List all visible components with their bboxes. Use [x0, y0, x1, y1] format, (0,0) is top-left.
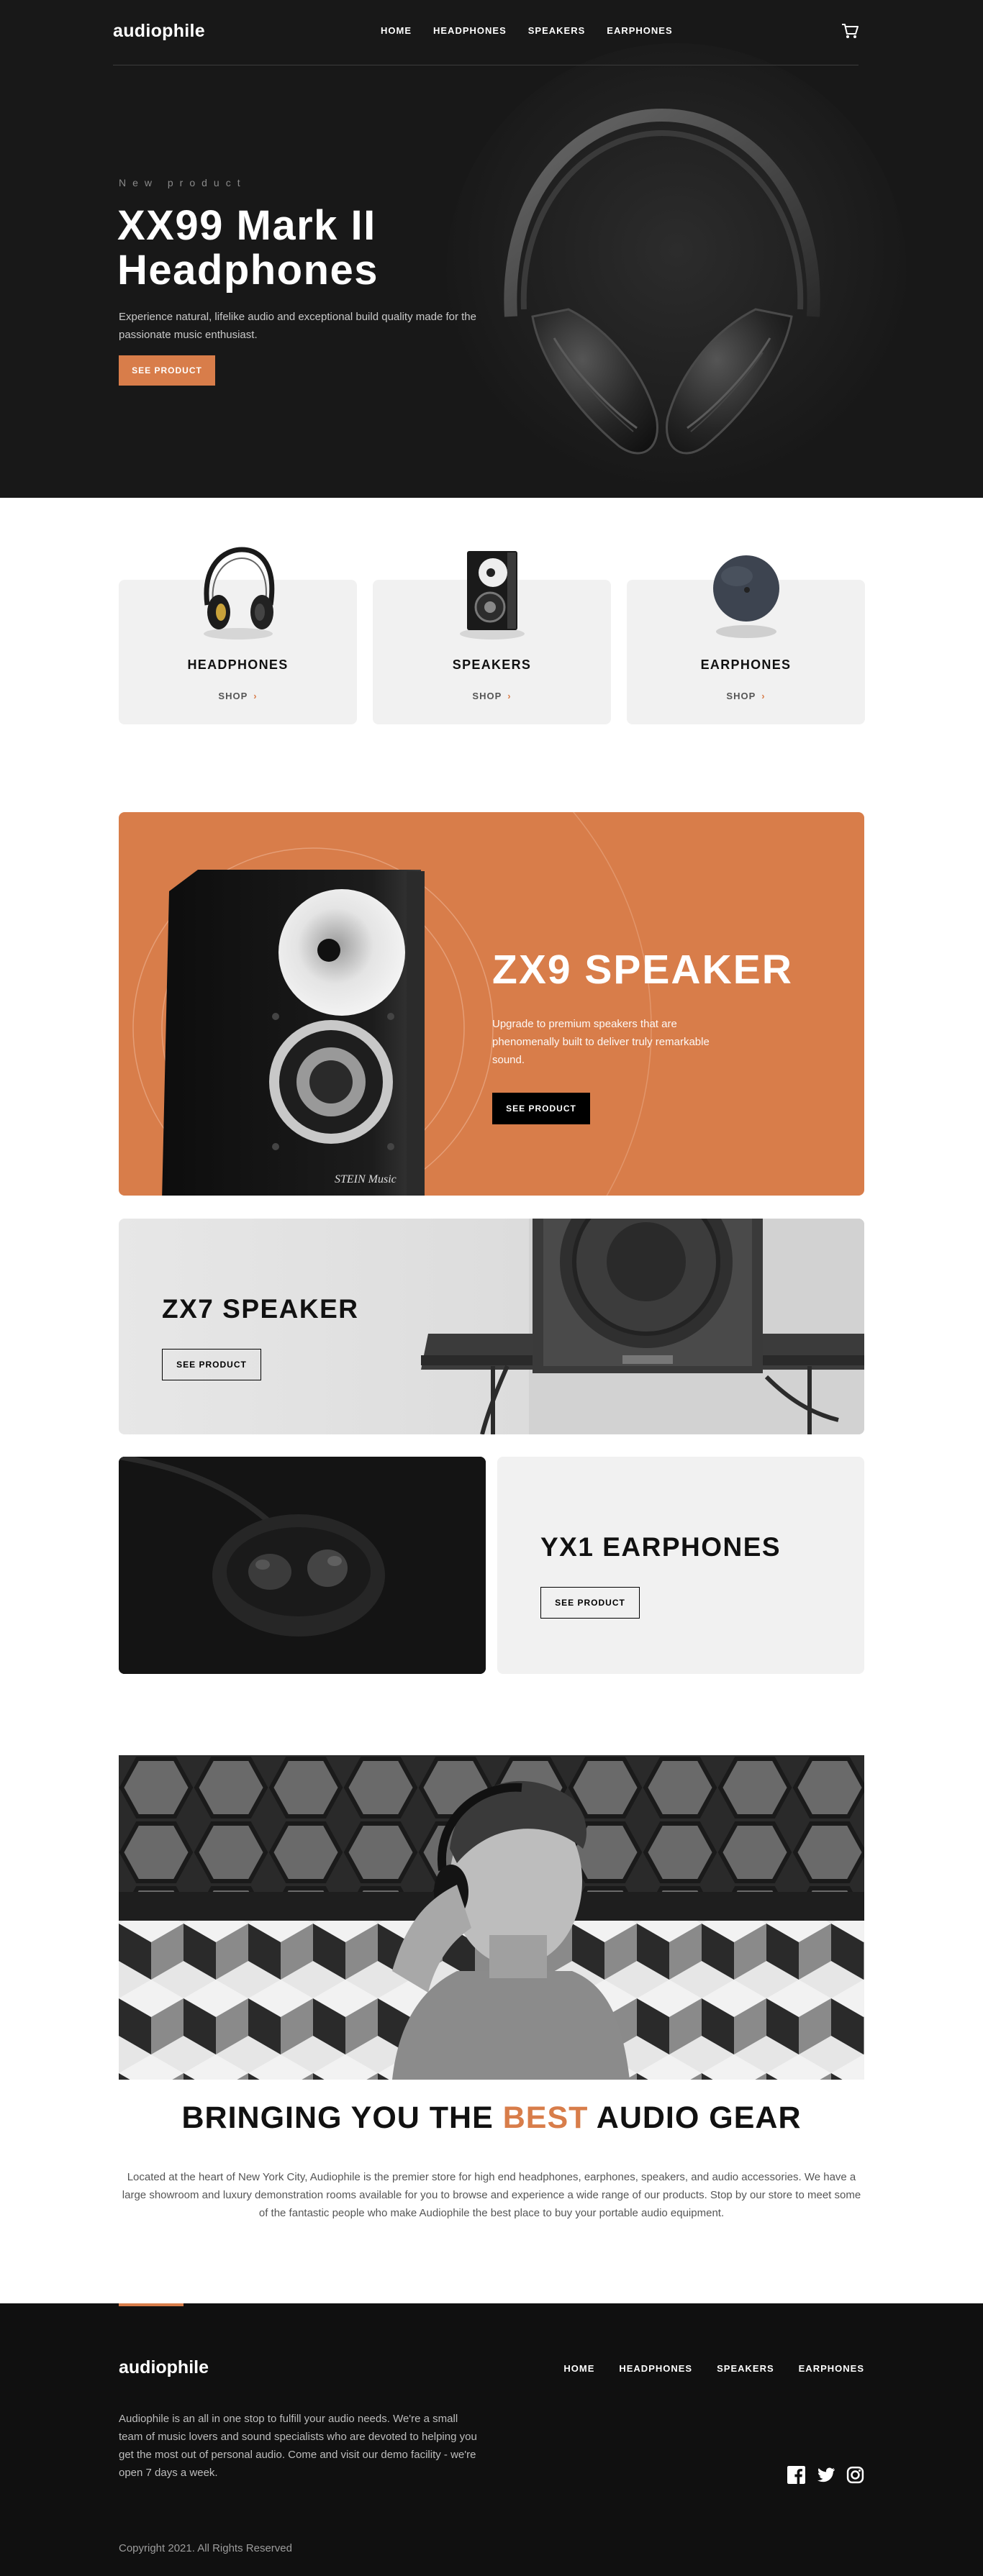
chevron-right-icon: ›	[253, 691, 258, 701]
category-title: SPEAKERS	[452, 657, 532, 672]
category-title: EARPHONES	[700, 657, 792, 672]
category-shop-link[interactable]: SHOP ›	[373, 691, 611, 701]
zx9-description: Upgrade to premium speakers that are phe…	[492, 1018, 710, 1066]
twitter-icon[interactable]	[817, 2466, 835, 2484]
shop-label: SHOP	[472, 691, 502, 701]
zx9-speaker-image: STEIN Music	[162, 870, 425, 1196]
zx7-see-product-button[interactable]: SEE PRODUCT	[162, 1349, 261, 1380]
social-links	[787, 2466, 864, 2484]
earphones-photo	[119, 1457, 486, 1674]
zx7-title: ZX7 SPEAKER	[162, 1294, 359, 1324]
top-navbar: audiophile HOME HEADPHONES SPEAKERS EARP…	[113, 0, 859, 65]
hero-description: Experience natural, lifelike audio and e…	[119, 311, 476, 341]
about-description: Located at the heart of New York City, A…	[122, 2171, 861, 2219]
hero-section: audiophile HOME HEADPHONES SPEAKERS EARP…	[0, 0, 983, 498]
zx9-speaker-banner: STEIN Music ZX9 SPEAKER Upgrade to premi…	[119, 812, 864, 1196]
speaker-brand-text: STEIN Music	[335, 1173, 397, 1185]
chevron-right-icon: ›	[761, 691, 766, 701]
zx7-speaker-image	[421, 1219, 864, 1434]
zx7-speaker-banner: ZX7 SPEAKER SEE PRODUCT	[119, 1219, 864, 1434]
category-card-earphones[interactable]: EARPHONES SHOP ›	[627, 555, 865, 724]
category-shop-link[interactable]: SHOP ›	[119, 691, 357, 701]
earphones-thumbnail-image	[712, 555, 779, 638]
about-title: BRINGING YOU THE BEST AUDIO GEAR	[0, 2101, 983, 2136]
cart-icon[interactable]	[841, 23, 859, 39]
footer-accent-bar	[119, 2303, 184, 2306]
yx1-see-product-button[interactable]: SEE PRODUCT	[540, 1587, 640, 1619]
nav-links: HOME HEADPHONES SPEAKERS EARPHONES	[381, 25, 673, 36]
hero-title: XX99 Mark II Headphones	[117, 202, 379, 293]
nav-link-earphones[interactable]: EARPHONES	[607, 25, 672, 36]
yx1-earphones-image	[119, 1457, 486, 1674]
headphones-thumbnail-image	[203, 547, 274, 640]
yx1-earphones-card: YX1 EARPHONES SEE PRODUCT	[497, 1457, 864, 1674]
about-man-with-headphones-image	[119, 1755, 864, 2080]
shop-label: SHOP	[218, 691, 248, 701]
footer-description: Audiophile is an all in one stop to fulf…	[119, 2413, 477, 2479]
footer-link-home[interactable]: HOME	[563, 2363, 594, 2374]
about-title-accent: BEST	[502, 2101, 589, 2135]
hero-see-product-button[interactable]: SEE PRODUCT	[119, 355, 215, 386]
nav-link-speakers[interactable]: SPEAKERS	[528, 25, 586, 36]
category-shop-link[interactable]: SHOP ›	[627, 691, 865, 701]
about-title-prefix: BRINGING YOU THE	[181, 2101, 503, 2135]
facebook-icon[interactable]	[787, 2466, 805, 2484]
hero-overline: New product	[119, 177, 247, 188]
page: audiophile HOME HEADPHONES SPEAKERS EARP…	[0, 0, 983, 2576]
footer-links: HOME HEADPHONES SPEAKERS EARPHONES	[563, 2363, 864, 2374]
nav-link-headphones[interactable]: HEADPHONES	[433, 25, 507, 36]
zx9-see-product-button[interactable]: SEE PRODUCT	[492, 1093, 590, 1124]
hero-headphones-image	[504, 108, 820, 455]
shop-label: SHOP	[726, 691, 756, 701]
footer: audiophile HOME HEADPHONES SPEAKERS EARP…	[0, 2303, 983, 2576]
yx1-title: YX1 EARPHONES	[540, 1532, 782, 1562]
footer-link-speakers[interactable]: SPEAKERS	[717, 2363, 774, 2374]
about-title-suffix: AUDIO GEAR	[588, 2101, 802, 2135]
copyright-text: Copyright 2021. All Rights Reserved	[119, 2542, 292, 2554]
footer-link-headphones[interactable]: HEADPHONES	[619, 2363, 692, 2374]
instagram-icon[interactable]	[846, 2466, 864, 2484]
logo[interactable]: audiophile	[113, 21, 205, 42]
category-card-headphones[interactable]: HEADPHONES SHOP ›	[119, 547, 357, 724]
zx9-title: ZX9 SPEAKER	[492, 947, 793, 993]
category-card-speakers[interactable]: SPEAKERS SHOP ›	[373, 551, 611, 724]
category-title: HEADPHONES	[187, 657, 289, 672]
chevron-right-icon: ›	[507, 691, 512, 701]
speaker-thumbnail-image	[459, 551, 525, 640]
footer-link-earphones[interactable]: EARPHONES	[799, 2363, 864, 2374]
nav-link-home[interactable]: HOME	[381, 25, 412, 36]
about-photo	[119, 1755, 864, 2080]
footer-logo[interactable]: audiophile	[119, 2357, 209, 2378]
